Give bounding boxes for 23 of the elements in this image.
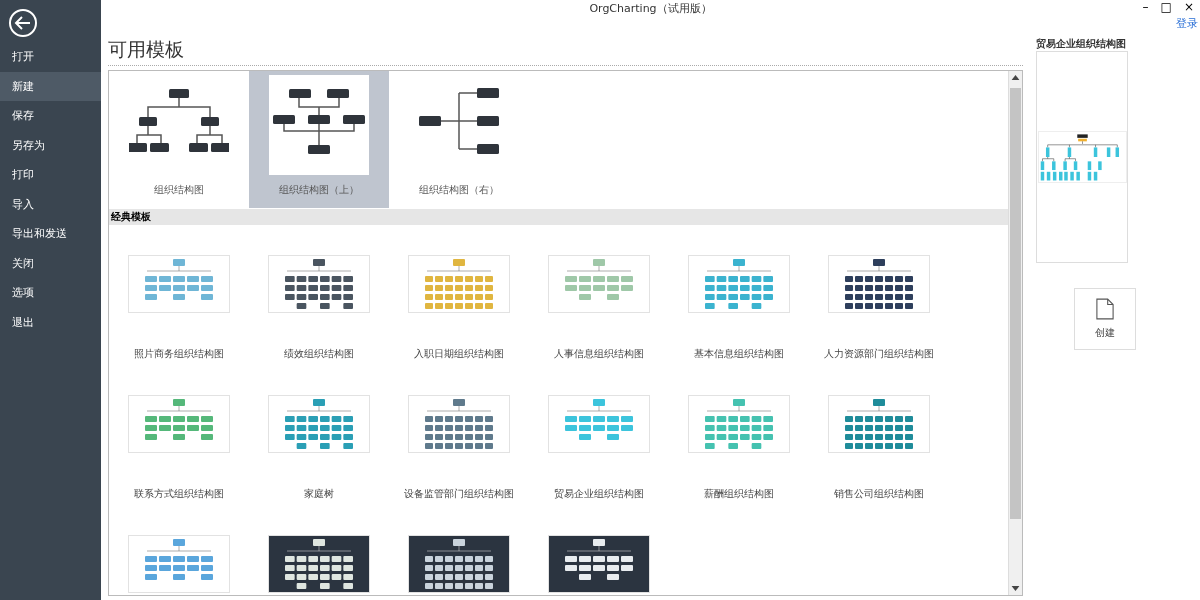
page-heading: 可用模板 [108, 37, 1023, 66]
sidebar-item[interactable]: 选项 [0, 278, 101, 308]
sidebar-item[interactable]: 导出和发送 [0, 219, 101, 249]
sidebar-item[interactable]: 另存为 [0, 130, 101, 160]
document-icon [1096, 298, 1114, 320]
template-item[interactable]: 组织结构图（上） [249, 71, 389, 208]
login-link[interactable]: 登录 [1176, 16, 1198, 34]
create-button[interactable]: 创建 [1074, 288, 1136, 350]
sidebar-item[interactable]: 保存 [0, 101, 101, 131]
scrollbar-thumb[interactable] [1010, 88, 1021, 520]
org-chart-icon [269, 75, 369, 175]
sidebar-item[interactable]: 打印 [0, 160, 101, 190]
sidebar-item[interactable]: 新建 [0, 71, 101, 101]
window-control[interactable]: – [1142, 0, 1149, 14]
sidebar-item[interactable]: 退出 [0, 307, 101, 337]
window-title: OrgCharting（试用版） [589, 0, 712, 16]
section-header: 经典模板 [109, 209, 1008, 225]
sidebar-item[interactable]: 关闭 [0, 248, 101, 278]
sidebar-item[interactable]: 导入 [0, 189, 101, 219]
sidebar-item[interactable]: 打开 [0, 42, 101, 72]
preview-title: 贸易企业组织结构图 [1036, 37, 1127, 51]
window-control[interactable]: × [1183, 0, 1194, 14]
window-control[interactable]: □ [1160, 0, 1172, 14]
